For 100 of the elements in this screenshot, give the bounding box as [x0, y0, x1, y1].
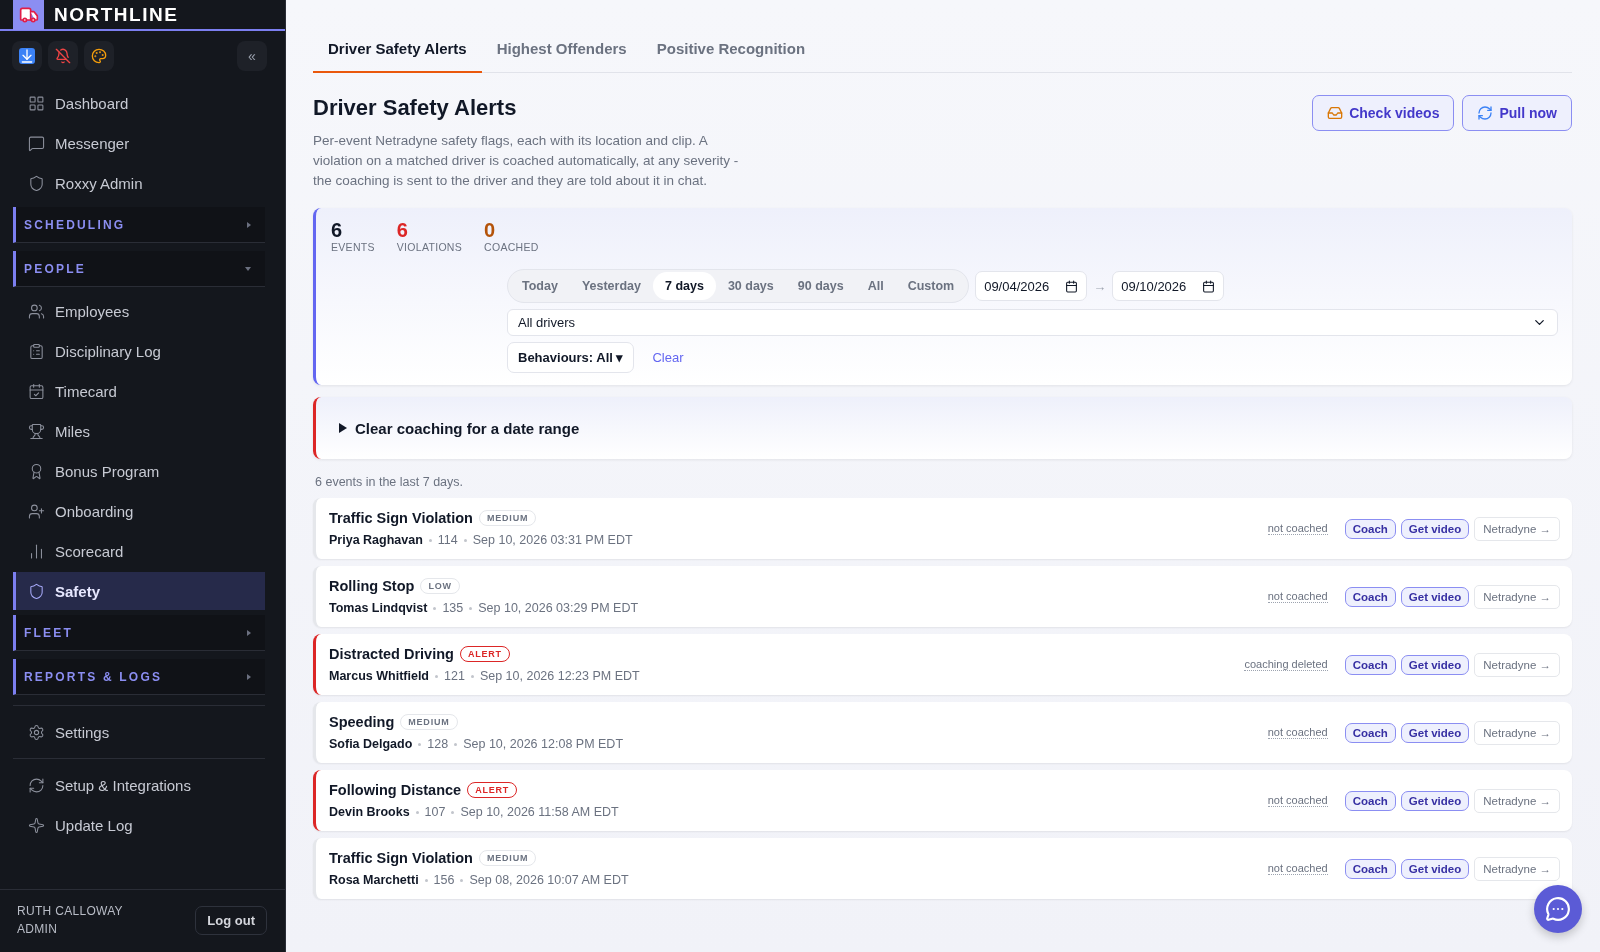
event-time: Sep 10, 2026 12:08 PM EDT — [463, 737, 624, 751]
nav-item[interactable]: Safety — [13, 572, 265, 610]
user-name: RUTH CALLOWAY — [17, 904, 123, 918]
nav-item[interactable]: Employees — [13, 292, 265, 330]
coach-button[interactable]: Coach — [1344, 518, 1396, 539]
tab[interactable]: Positive Recognition — [641, 29, 821, 73]
event-title: Traffic Sign Violation — [329, 510, 473, 526]
nav-item[interactable]: Setup & Integrations — [13, 766, 265, 804]
coaching-status: not coached — [1267, 590, 1328, 603]
stat-value: 0 — [484, 219, 497, 241]
coach-button[interactable]: Coach — [1344, 586, 1396, 607]
severity-badge: MEDIUM — [400, 714, 458, 730]
severity-badge: LOW — [420, 578, 460, 594]
behaviours-button[interactable]: Behaviours: All ▾ — [507, 342, 635, 373]
nav-item[interactable]: Update Log — [13, 806, 265, 844]
users-icon — [28, 302, 45, 320]
logout-button[interactable]: Log out — [195, 905, 267, 935]
sparkle-icon — [28, 816, 45, 834]
range-chip[interactable]: 30 days — [715, 272, 786, 300]
stat-label: VIOLATIONS — [396, 241, 463, 253]
driver-name: Rosa Marchetti — [329, 873, 419, 887]
coach-button[interactable]: Coach — [1344, 722, 1396, 743]
nav-item[interactable]: Bonus Program — [13, 452, 265, 490]
tab[interactable]: Highest Offenders — [481, 29, 642, 73]
calendar-icon — [28, 382, 45, 400]
check-videos-button[interactable]: Check videos — [1312, 95, 1455, 131]
separator-dot-icon — [415, 810, 419, 814]
separator-dot-icon — [454, 742, 458, 746]
trophy-icon — [28, 422, 45, 440]
range-chip[interactable]: 7 days — [652, 272, 716, 300]
unit-number: 128 — [427, 737, 449, 751]
netradyne-link[interactable]: Netradyne → — [1474, 584, 1560, 609]
coach-button[interactable]: Coach — [1344, 654, 1396, 675]
netradyne-link[interactable]: Netradyne → — [1474, 788, 1560, 813]
get-video-button[interactable]: Get video — [1400, 858, 1470, 879]
coach-button[interactable]: Coach — [1344, 858, 1396, 879]
shield-icon — [28, 582, 45, 600]
netradyne-link[interactable]: Netradyne → — [1474, 516, 1560, 541]
stat-value: 6 — [331, 219, 344, 241]
nav-section[interactable]: PEOPLE — [13, 251, 265, 287]
coach-button[interactable]: Coach — [1344, 790, 1396, 811]
range-chip[interactable]: 90 days — [785, 272, 856, 300]
driver-name: Priya Raghavan — [329, 533, 423, 547]
date-separator: → — [1093, 278, 1107, 294]
severity-badge: ALERT — [467, 782, 518, 798]
range-chip[interactable]: Custom — [895, 272, 967, 300]
nav-item[interactable]: Dashboard — [13, 84, 265, 122]
event-time: Sep 08, 2026 10:07 AM EDT — [469, 873, 629, 887]
clear-coaching-panel[interactable]: Clear coaching for a date range — [313, 397, 1572, 459]
unit-number: 107 — [424, 805, 446, 819]
nav-item[interactable]: Miles — [13, 412, 265, 450]
collapse-button[interactable]: « — [237, 41, 267, 71]
get-video-button[interactable]: Get video — [1400, 586, 1470, 607]
brand-name: NORTHLINE — [54, 3, 179, 26]
bar-chart-icon — [28, 542, 45, 560]
driver-select[interactable]: All drivers — [507, 309, 1558, 336]
truck-icon — [13, 0, 44, 30]
nav-item[interactable]: Messenger — [13, 124, 265, 162]
unit-number: 114 — [437, 533, 458, 547]
nav-item[interactable]: Scorecard — [13, 532, 265, 570]
get-video-button[interactable]: Get video — [1400, 790, 1470, 811]
download-icon[interactable] — [12, 41, 42, 71]
range-chip[interactable]: Yesterday — [569, 272, 653, 300]
driver-name: Tomas Lindqvist — [329, 601, 428, 615]
panel-title: Clear coaching for a date range — [355, 419, 580, 437]
bell-off-icon[interactable] — [48, 41, 78, 71]
severity-badge: MEDIUM — [478, 850, 537, 866]
netradyne-link[interactable]: Netradyne → — [1474, 856, 1560, 881]
calendar-icon[interactable] — [1065, 279, 1079, 293]
nav-item[interactable]: Onboarding — [13, 492, 265, 530]
user-role: ADMIN — [17, 922, 59, 936]
nav-section[interactable]: REPORTS & LOGS — [13, 659, 265, 695]
range-chip[interactable]: All — [855, 272, 896, 300]
nav-item[interactable]: Disciplinary Log — [13, 332, 265, 370]
severity-badge: ALERT — [459, 646, 510, 662]
get-video-button[interactable]: Get video — [1400, 654, 1470, 675]
get-video-button[interactable]: Get video — [1400, 518, 1470, 539]
chat-button[interactable] — [1534, 885, 1582, 933]
stat-label: EVENTS — [331, 241, 375, 253]
date-field[interactable]: 09/04/2026 — [975, 271, 1088, 301]
netradyne-link[interactable]: Netradyne → — [1474, 652, 1560, 677]
nav-item[interactable]: Timecard — [13, 372, 265, 410]
nav-section[interactable]: SCHEDULING — [13, 207, 265, 243]
nav-section[interactable]: FLEET — [13, 615, 265, 651]
inbox-icon — [1327, 105, 1344, 121]
separator-dot-icon — [433, 606, 437, 610]
nav-item[interactable]: Settings — [13, 713, 265, 751]
pull-now-button[interactable]: Pull now — [1462, 95, 1572, 131]
driver-name: Marcus Whitfield — [329, 669, 429, 683]
get-video-button[interactable]: Get video — [1400, 722, 1470, 743]
unit-number: 121 — [444, 669, 465, 683]
tab[interactable]: Driver Safety Alerts — [313, 29, 482, 73]
calendar-icon[interactable] — [1202, 279, 1216, 293]
clear-link[interactable]: Clear — [652, 350, 684, 365]
range-chip[interactable]: Today — [510, 272, 570, 300]
date-field[interactable]: 09/10/2026 — [1112, 271, 1225, 301]
netradyne-link[interactable]: Netradyne → — [1474, 720, 1560, 745]
palette-icon[interactable] — [84, 41, 114, 71]
nav-item[interactable]: Roxxy Admin — [13, 164, 265, 202]
user-plus-icon — [28, 502, 45, 520]
